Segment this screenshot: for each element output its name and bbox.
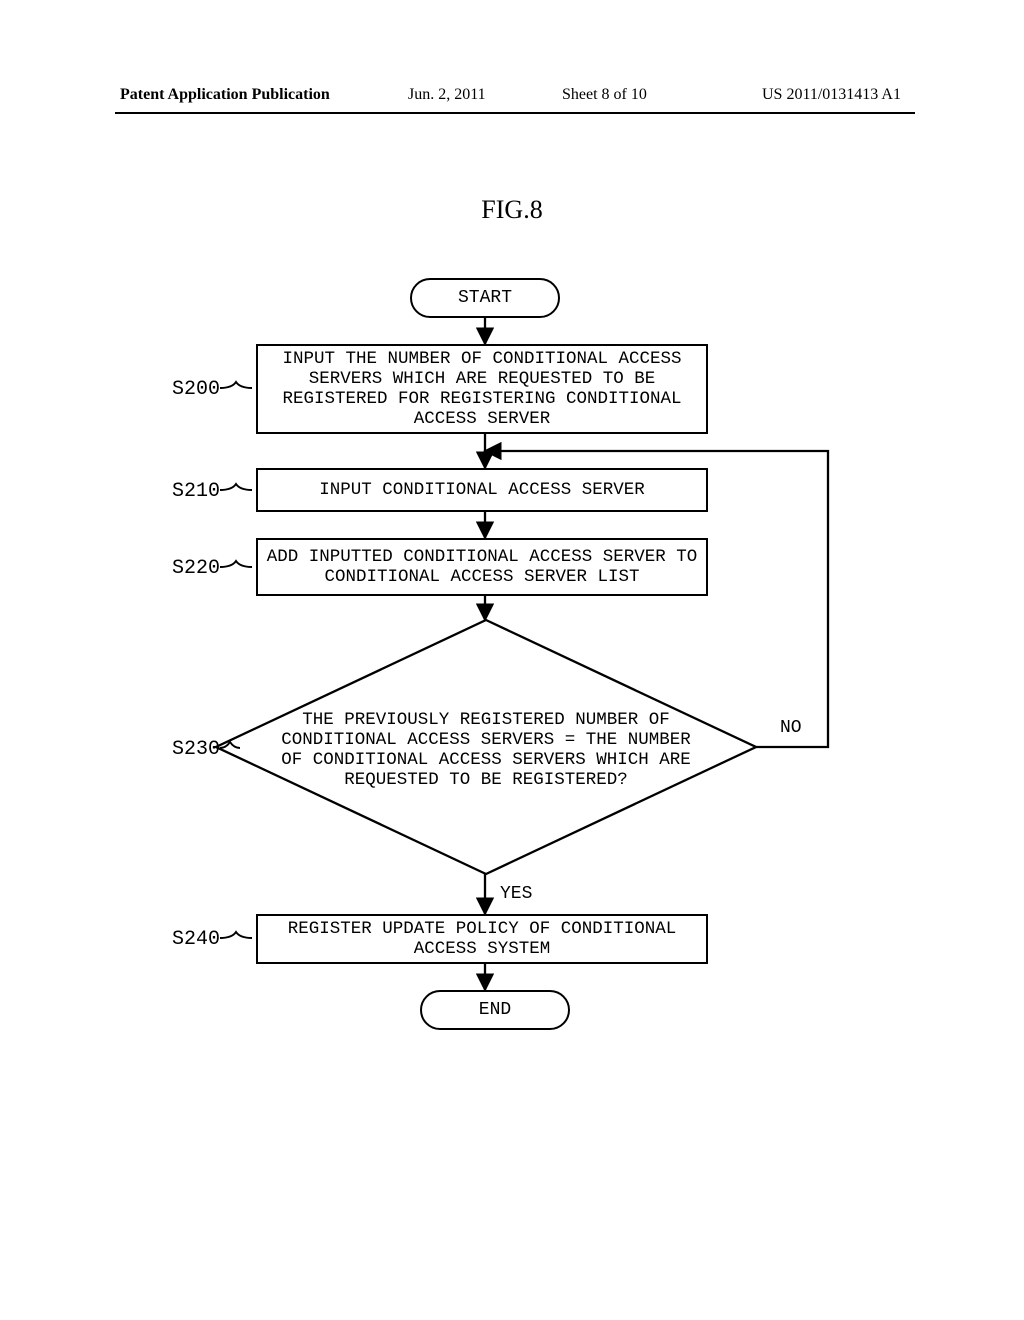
flow-connectors bbox=[0, 0, 1024, 1320]
